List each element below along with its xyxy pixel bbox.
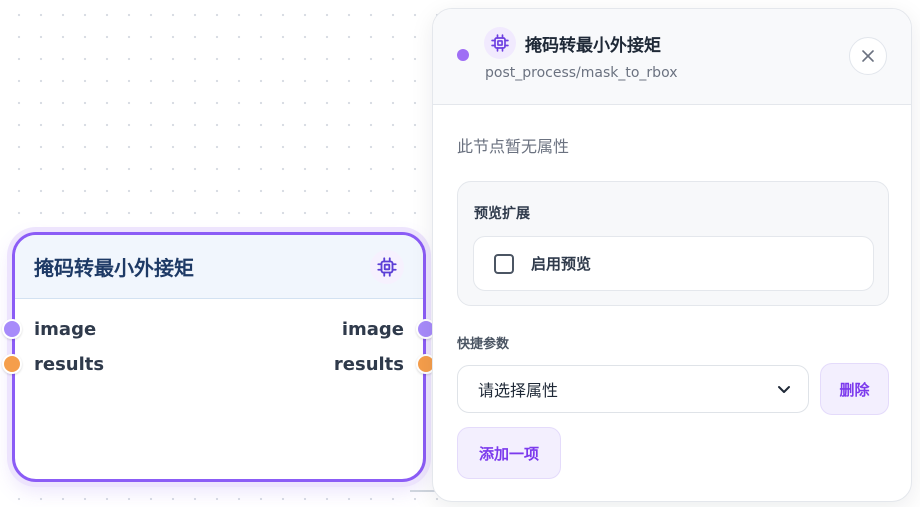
canvas-node[interactable]: 掩码转最小外接矩 image image results results: [2, 232, 436, 482]
port-row-results: results results: [2, 352, 436, 376]
enable-preview-toggle[interactable]: 启用预览: [473, 236, 874, 291]
attribute-select[interactable]: 请选择属性: [457, 365, 809, 413]
output-port-label: results: [333, 353, 404, 375]
node-title: 掩码转最小外接矩: [34, 256, 194, 280]
chip-icon: [484, 27, 516, 59]
preview-title: 预览扩展: [474, 206, 530, 222]
add-item-button[interactable]: 添加一项: [457, 427, 561, 479]
chip-icon: [370, 249, 404, 284]
quick-params-label: 快捷参数: [457, 337, 510, 352]
delete-button[interactable]: 删除: [820, 363, 889, 415]
enable-preview-checkbox[interactable]: [494, 253, 514, 274]
panel-header: 掩码转最小外接矩 post_process/mask_to_rbox: [433, 9, 911, 105]
panel-title: 掩码转最小外接矩: [525, 36, 661, 56]
empty-properties-text: 此节点暂无属性: [457, 137, 570, 156]
preview-extension-card: 预览扩展 启用预览: [457, 181, 889, 306]
enable-preview-label: 启用预览: [531, 255, 592, 273]
input-port-label: results: [34, 353, 105, 375]
input-port-label: image: [34, 318, 97, 340]
input-port-image[interactable]: [2, 319, 22, 339]
panel-subtitle: post_process/mask_to_rbox: [485, 65, 678, 81]
status-dot: [457, 49, 469, 61]
output-port-label: image: [341, 318, 404, 340]
node-header[interactable]: 掩码转最小外接矩: [15, 235, 423, 299]
chevron-down-icon: [778, 386, 790, 393]
close-button[interactable]: [849, 37, 887, 75]
port-row-image: image image: [2, 317, 436, 341]
input-port-results[interactable]: [2, 354, 22, 374]
attribute-select-value: 请选择属性: [478, 381, 559, 400]
properties-panel: 掩码转最小外接矩 post_process/mask_to_rbox 此节点暂无…: [432, 8, 912, 502]
close-icon: [862, 50, 874, 62]
